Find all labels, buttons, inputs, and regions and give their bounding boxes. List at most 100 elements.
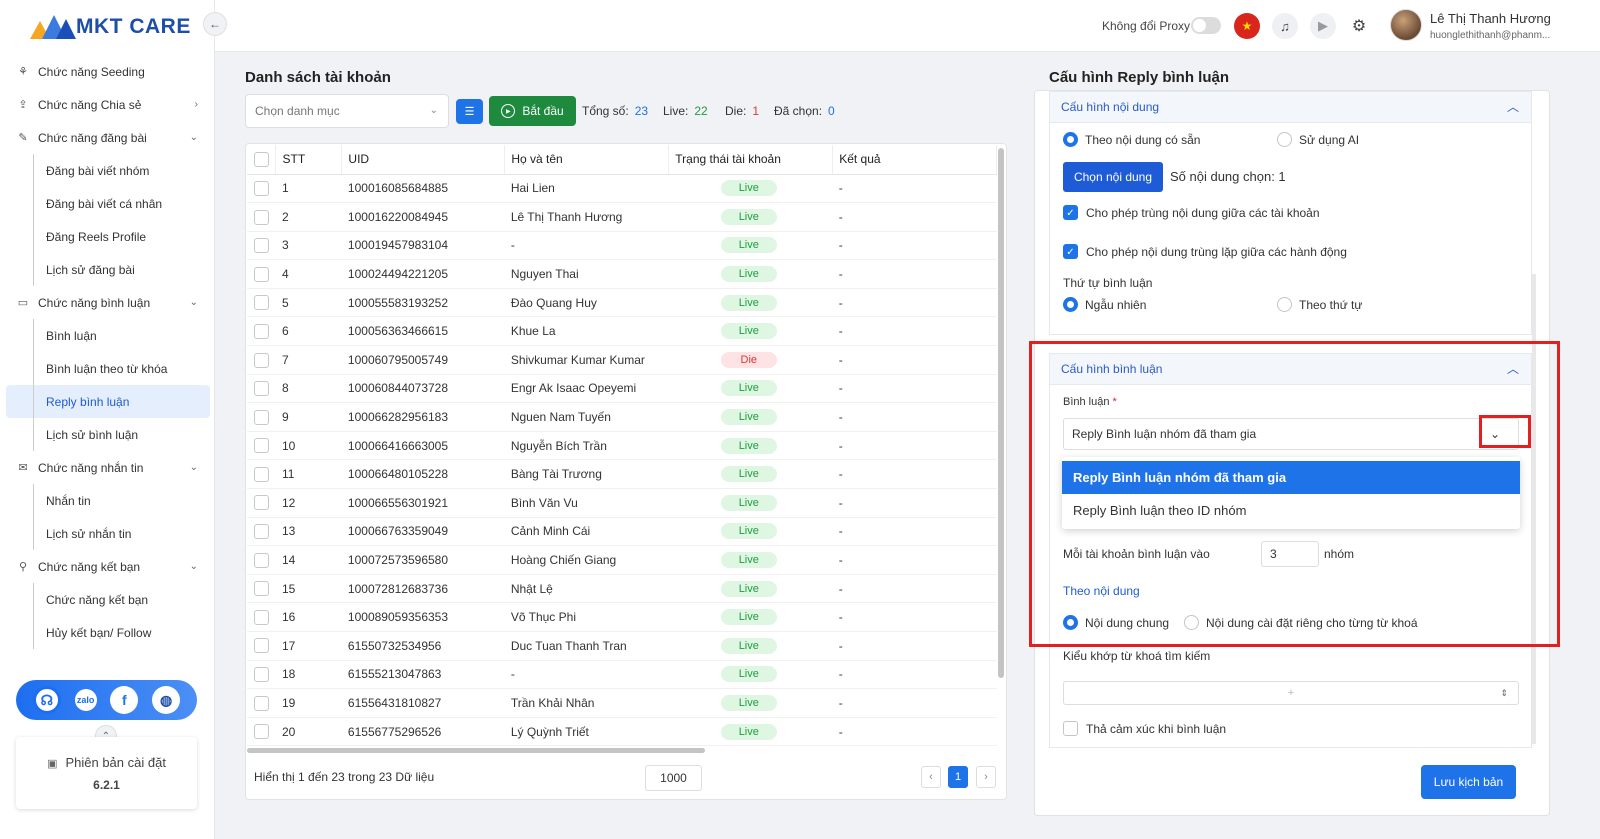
row-checkbox[interactable] (254, 609, 269, 625)
row-checkbox[interactable] (254, 638, 269, 654)
table-row[interactable]: 7 100060795005749 Shivkumar Kumar Kumar Die… (247, 345, 997, 375)
support-icon[interactable]: ☊ (32, 686, 61, 714)
vietnam-flag-icon[interactable]: ★ (1234, 13, 1260, 39)
sidebar-group[interactable]: ⚘ Chức năng Seeding (6, 55, 210, 88)
table-row[interactable]: 9 100066282956183 Nguen Nam Tuyến Live - (247, 402, 997, 432)
allow-dup-actions-checkbox[interactable]: ✓ Cho phép nội dung trùng lặp giữa các hà… (1063, 244, 1347, 259)
row-checkbox[interactable] (254, 409, 269, 425)
choose-content-button[interactable]: Chọn nội dung (1063, 162, 1163, 192)
table-row[interactable]: 18 61555213047863 - Live - (247, 660, 997, 690)
table-row[interactable]: 1 100016085684885 Hai Lien Live - (247, 174, 997, 204)
sidebar-group[interactable]: ⚲ Chức năng kết bạn ⌄ (6, 550, 210, 583)
row-checkbox[interactable] (254, 581, 269, 597)
table-row[interactable]: 3 100019457983104 - Live - (247, 231, 997, 261)
table-row[interactable]: 8 100060844073728 Engr Ak Isaac Opeyemi Liv… (247, 374, 997, 404)
sidebar-item[interactable]: Đăng bài viết cá nhân (6, 187, 210, 220)
next-page-button[interactable]: › (976, 766, 996, 788)
per-account-input[interactable]: 3 (1261, 541, 1319, 567)
keyword-match-select[interactable]: + ⇕ (1063, 681, 1519, 705)
column-header[interactable]: Kết quả (832, 145, 997, 175)
row-checkbox[interactable] (254, 238, 269, 254)
sidebar-group[interactable]: ✎ Chức năng đăng bài ⌄ (6, 121, 210, 154)
sidebar-item[interactable]: Hủy kết bạn/ Follow (6, 616, 210, 649)
globe-icon[interactable]: ◍ (152, 686, 181, 714)
row-checkbox[interactable] (254, 495, 269, 511)
sidebar-item[interactable]: Lịch sử bình luận (6, 418, 210, 451)
column-header[interactable]: Họ và tên (504, 145, 670, 175)
filter-button[interactable]: ☰ (456, 99, 483, 124)
play-icon[interactable]: ▶ (1310, 13, 1336, 39)
radio-content-per-keyword[interactable]: Nội dung cài đặt riêng cho từng từ khoá (1184, 615, 1418, 630)
comment-section-header[interactable]: Cấu hình bình luận ︿ (1049, 353, 1532, 385)
avatar[interactable] (1390, 9, 1422, 41)
row-checkbox[interactable] (254, 295, 269, 311)
category-select[interactable]: Chọn danh mục ⌄ (245, 94, 449, 128)
comment-type-select[interactable]: Reply Bình luận nhóm đã tham gia (1063, 418, 1519, 450)
row-checkbox[interactable] (254, 724, 269, 740)
row-checkbox[interactable] (254, 466, 269, 482)
table-row[interactable]: 6 100056363466615 Khue La Live - (247, 316, 997, 347)
gear-icon[interactable]: ⚙ (1346, 13, 1372, 39)
sidebar-item[interactable]: Nhắn tin (6, 484, 210, 517)
sidebar-group[interactable]: ⇪ Chức năng Chia sẻ › (6, 88, 210, 121)
sidebar-item[interactable]: Lịch sử nhắn tin (6, 517, 210, 550)
sidebar-item[interactable]: Reply bình luận (6, 385, 210, 418)
row-checkbox[interactable] (254, 352, 269, 368)
radio-use-ai[interactable]: Sử dụng AI (1277, 132, 1359, 147)
table-row[interactable]: 17 61550732534956 Duc Tuan Thanh Tran Live - (247, 631, 997, 661)
table-row[interactable]: 20 61556775296526 Lý Quỳnh Triết Live - (247, 717, 997, 747)
sidebar-item[interactable]: Chức năng kết bạn (6, 583, 210, 616)
column-header[interactable]: STT (275, 145, 343, 175)
sidebar-group[interactable]: ▭ Chức năng bình luận ⌄ (6, 286, 210, 319)
column-header[interactable]: UID (341, 145, 506, 175)
dropdown-option-group-id[interactable]: Reply Bình luận theo ID nhóm (1062, 494, 1520, 527)
page-button-current[interactable]: 1 (948, 766, 968, 788)
table-row[interactable]: 4 100024494221205 Nguyen Thai Live - (247, 259, 997, 289)
table-row[interactable]: 14 100072573596580 Hoàng Chiến Giang Live - (247, 545, 997, 575)
table-row[interactable]: 5 100055583193252 Đào Quang Huy Live - (247, 288, 997, 318)
facebook-icon[interactable]: f (110, 686, 139, 714)
radio-order-random[interactable]: Ngẫu nhiên (1063, 297, 1146, 312)
row-checkbox[interactable] (254, 438, 269, 454)
chevron-down-icon[interactable]: ⌄ (1490, 427, 1500, 441)
row-checkbox[interactable] (254, 323, 269, 339)
proxy-toggle[interactable] (1191, 17, 1221, 34)
collapse-sidebar-button[interactable]: ← (203, 12, 227, 36)
start-button[interactable]: ▶ Bắt đầu (489, 96, 576, 126)
row-checkbox[interactable] (254, 209, 269, 225)
bell-icon[interactable]: ♫ (1272, 13, 1298, 39)
table-row[interactable]: 19 61556431810827 Trần Khải Nhân Live - (247, 688, 997, 718)
table-vertical-scrollbar[interactable] (998, 148, 1004, 678)
table-row[interactable]: 10 100066416663005 Nguyễn Bích Trần Live - (247, 431, 997, 461)
row-checkbox[interactable] (254, 695, 269, 711)
zalo-icon[interactable]: zalo (74, 689, 97, 711)
react-checkbox[interactable]: Thả cảm xúc khi bình luận (1063, 721, 1226, 736)
allow-dup-accounts-checkbox[interactable]: ✓ Cho phép trùng nội dung giữa các tài kh… (1063, 205, 1320, 220)
table-horizontal-scrollbar[interactable] (247, 748, 705, 753)
table-row[interactable]: 15 100072812683736 Nhật Lệ Live - (247, 574, 997, 604)
row-checkbox[interactable] (254, 524, 269, 540)
select-all-checkbox[interactable] (254, 151, 269, 167)
sidebar-item[interactable]: Đăng Reels Profile (6, 220, 210, 253)
page-size-select[interactable]: 1000 (645, 765, 702, 791)
content-section-header[interactable]: Cấu hình nội dung ︿ (1049, 91, 1532, 123)
dropdown-option-joined-groups[interactable]: Reply Bình luận nhóm đã tham gia (1062, 461, 1520, 494)
sidebar-item[interactable]: Bình luận (6, 319, 210, 352)
app-logo[interactable]: MKT CARE (30, 12, 191, 42)
table-row[interactable]: 16 100089059356353 Võ Thục Phi Live - (247, 602, 997, 632)
table-row[interactable]: 13 100066763359049 Cảnh Minh Cái Live - (247, 517, 997, 547)
radio-content-common[interactable]: Nội dung chung (1063, 615, 1169, 630)
row-checkbox[interactable] (254, 381, 269, 397)
table-row[interactable]: 12 100066556301921 Bình Văn Vu Live - (247, 488, 997, 518)
sidebar-group[interactable]: ✉ Chức năng nhắn tin ⌄ (6, 451, 210, 484)
column-header[interactable]: Trạng thái tài khoản (668, 145, 834, 175)
sidebar-item[interactable]: Lịch sử đăng bài (6, 253, 210, 286)
row-checkbox[interactable] (254, 552, 269, 568)
save-script-button[interactable]: Lưu kịch bản (1421, 765, 1516, 799)
row-checkbox[interactable] (254, 266, 269, 282)
table-row[interactable]: 2 100016220084945 Lê Thị Thanh Hương Live - (247, 202, 997, 232)
config-scrollbar[interactable] (1532, 274, 1536, 744)
radio-order-sequential[interactable]: Theo thứ tự (1277, 297, 1362, 312)
row-checkbox[interactable] (254, 667, 269, 683)
row-checkbox[interactable] (254, 180, 269, 196)
